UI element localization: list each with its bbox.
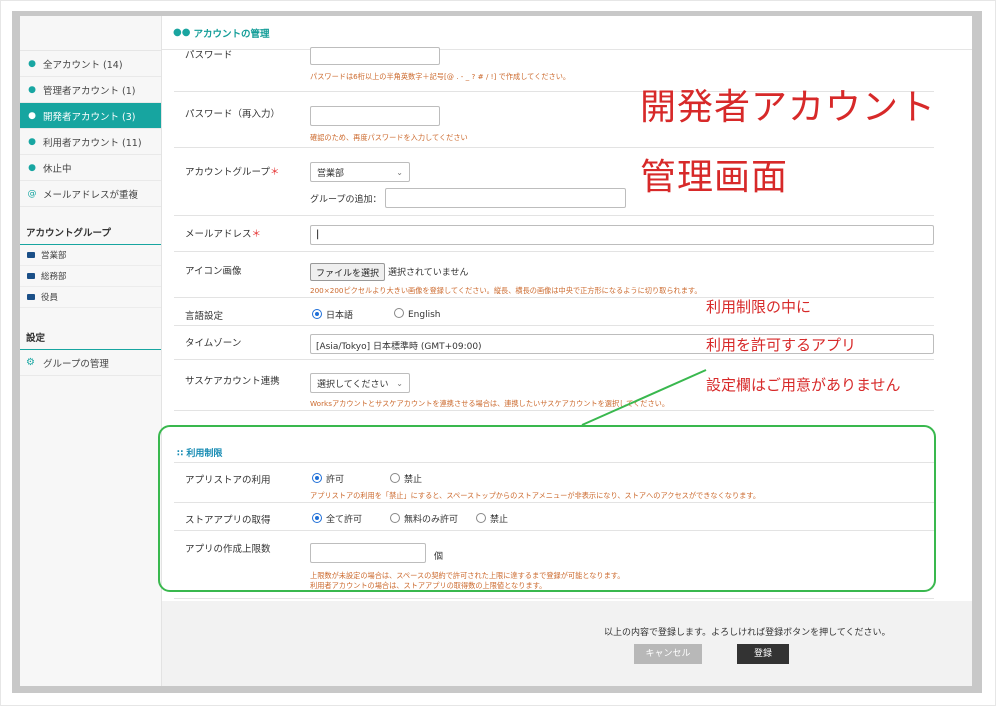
group-select-value: 営業部	[317, 168, 345, 179]
group-label: 営業部	[41, 251, 67, 261]
at-icon: @	[27, 188, 37, 199]
icon-label: アイコン画像	[185, 266, 242, 277]
page-header: ●● アカウントの管理	[162, 16, 972, 50]
chevron-down-icon: ⌄	[396, 167, 403, 177]
register-button[interactable]: 登録	[737, 644, 789, 664]
people-icon: ●	[28, 58, 36, 69]
group-item-executive[interactable]: 役員	[20, 287, 161, 308]
language-label: 言語設定	[185, 311, 224, 322]
admin-icon: ●	[28, 84, 36, 95]
sidebar-item-group-management[interactable]: ⚙ グループの管理	[20, 350, 161, 376]
group-heading: アカウントグループ	[20, 213, 161, 245]
link-note: Worksアカウントとサスケアカウントを連携させる場合は、連携したいサスケアカウ…	[310, 399, 670, 408]
folder-icon	[27, 273, 35, 279]
annotation-title-2: 管理画面	[640, 157, 789, 198]
chevron-down-icon: ⌄	[396, 378, 403, 388]
group-add-label: グループの追加：	[310, 195, 382, 205]
file-status: 選択されていません	[388, 268, 469, 278]
lang-japanese-option[interactable]: 日本語	[312, 308, 353, 321]
email-input[interactable]: |	[310, 225, 934, 245]
file-select-button[interactable]: ファイルを選択	[310, 263, 386, 281]
timezone-label: タイムゾーン	[185, 338, 242, 349]
user-icon: ●	[28, 136, 36, 147]
group-row: アカウントグループ＊ 営業部 ⌄ グループの追加：	[174, 148, 934, 216]
password2-label: パスワード（再入力）	[185, 109, 281, 120]
sidebar-item-duplicate-email[interactable]: @ メールアドレスが重複	[20, 181, 161, 207]
sidebar-item-developer-accounts[interactable]: ● 開発者アカウント (3)	[20, 103, 161, 129]
link-select[interactable]: 選択してください ⌄	[310, 373, 410, 393]
annotation-note-3: 設定欄はご用意がありません	[706, 376, 901, 394]
restriction-highlight-box	[158, 425, 936, 592]
password-label: パスワード	[185, 50, 233, 61]
group-select[interactable]: 営業部 ⌄	[310, 162, 410, 182]
developer-icon: ●	[28, 110, 36, 121]
timezone-value: [Asia/Tokyo] 日本標準時 (GMT+09:00)	[316, 342, 482, 352]
radio-empty-icon	[394, 308, 404, 318]
sidebar-item-label: 開発者アカウント (3)	[43, 111, 136, 123]
annotation-title-1: 開発者アカウント	[640, 87, 937, 128]
folder-icon	[27, 252, 35, 258]
cancel-button[interactable]: キャンセル	[634, 644, 702, 664]
group-item-sales[interactable]: 営業部	[20, 245, 161, 266]
sidebar-item-label: 全アカウント (14)	[43, 59, 123, 71]
annotation-note-2: 利用を許可するアプリ	[706, 336, 857, 354]
password-note: パスワードは6桁以上の半角英数字＋記号[@ . - _ ? # / !] で作成…	[310, 72, 571, 81]
icon-row: アイコン画像 ファイルを選択 選択されていません 200×200ピクセルより大き…	[174, 252, 934, 298]
confirm-text: 以上の内容で登録します。よろしければ登録ボタンを押してください。	[604, 628, 891, 638]
sidebar-item-label: 休止中	[43, 163, 72, 175]
sidebar-item-admin-accounts[interactable]: ● 管理者アカウント (1)	[20, 77, 161, 103]
folder-icon	[27, 294, 35, 300]
email-row: メールアドレス＊ |	[174, 216, 934, 252]
language-row: 言語設定 日本語 English	[174, 298, 934, 326]
gear-icon: ⚙	[26, 357, 35, 368]
group-label: アカウントグループ＊	[185, 167, 280, 178]
lang-english-option[interactable]: English	[394, 308, 441, 320]
annotation-note-1: 利用制限の中に	[706, 298, 812, 316]
sidebar-item-label: グループの管理	[43, 358, 109, 370]
sidebar-item-label: メールアドレスが重複	[43, 189, 139, 201]
page-title: アカウントの管理	[193, 28, 270, 40]
link-label: サスケアカウント連携	[185, 376, 280, 387]
sidebar-top	[20, 16, 161, 51]
password-input[interactable]	[310, 47, 440, 65]
sidebar-item-label: 利用者アカウント (11)	[43, 137, 142, 149]
sidebar-item-all-accounts[interactable]: ● 全アカウント (14)	[20, 51, 161, 77]
group-label: 役員	[41, 293, 59, 303]
sidebar-item-paused[interactable]: ● 休止中	[20, 155, 161, 181]
radio-selected-icon	[312, 309, 322, 319]
password2-note: 確認のため、再度パスワードを入力してください	[310, 133, 468, 142]
group-item-general[interactable]: 総務部	[20, 266, 161, 287]
group-label: 総務部	[41, 272, 67, 282]
password2-input[interactable]	[310, 106, 440, 126]
email-label: メールアドレス＊	[185, 229, 262, 240]
sidebar-item-user-accounts[interactable]: ● 利用者アカウント (11)	[20, 129, 161, 155]
sidebar-item-label: 管理者アカウント (1)	[43, 85, 136, 97]
icon-note: 200×200ピクセルより大きい画像を登録してください。縦長、横長の画像は中央で…	[310, 286, 702, 295]
link-select-value: 選択してください	[317, 379, 389, 390]
form-footer: 以上の内容で登録します。よろしければ登録ボタンを押してください。 キャンセル 登…	[162, 601, 972, 686]
group-add-input[interactable]	[385, 188, 626, 208]
accounts-icon: ●●	[173, 27, 191, 38]
paused-user-icon: ●	[28, 162, 36, 173]
settings-heading: 設定	[20, 318, 161, 350]
sidebar: ● 全アカウント (14) ● 管理者アカウント (1) ● 開発者アカウント …	[20, 16, 162, 686]
